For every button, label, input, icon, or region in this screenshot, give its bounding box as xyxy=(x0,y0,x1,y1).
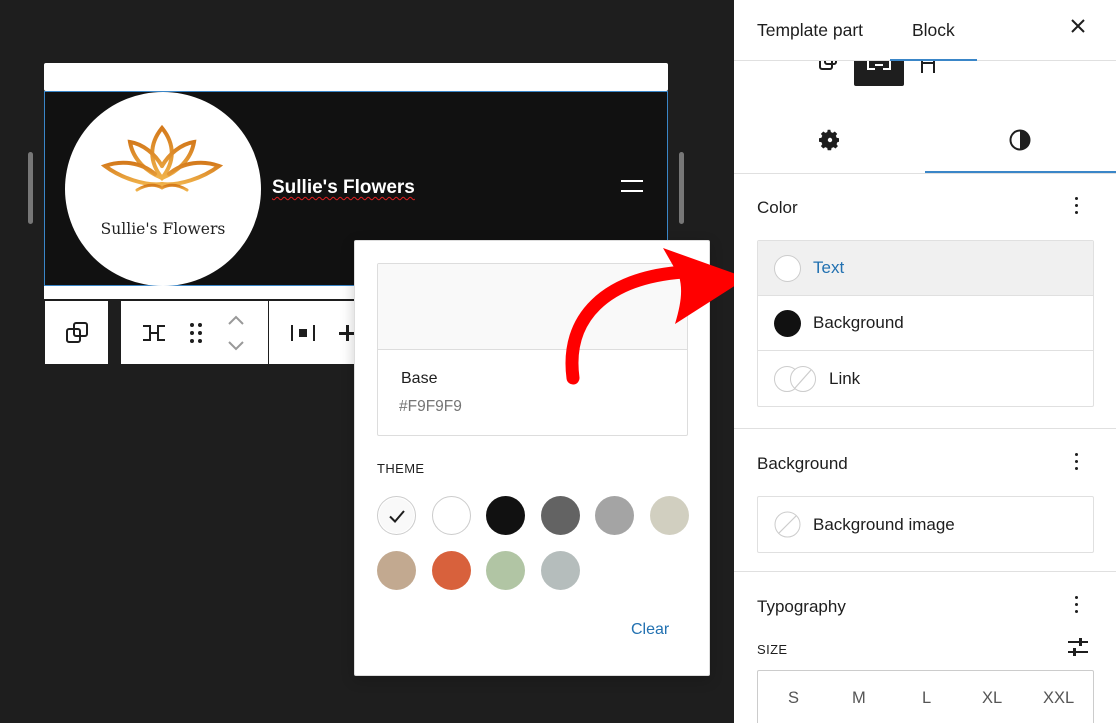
typography-panel-options-icon[interactable] xyxy=(1075,595,1079,615)
check-icon xyxy=(389,510,405,523)
right-resize-handle[interactable] xyxy=(679,152,684,224)
color-panel-title: Color xyxy=(757,198,798,217)
variation-button-selected[interactable] xyxy=(854,61,904,86)
copy-block-icon xyxy=(66,322,88,343)
justify-space-between-icon xyxy=(291,325,315,341)
background-settings-list: Background image xyxy=(757,496,1094,553)
text-color-indicator xyxy=(774,254,801,282)
color-item-text[interactable]: Text xyxy=(758,241,1093,296)
color-settings-list: Text Background Link xyxy=(757,240,1094,407)
theme-color-option[interactable] xyxy=(540,551,580,590)
template-part-icon xyxy=(143,325,165,341)
chevron-up-down-icon xyxy=(228,315,244,351)
theme-color-option[interactable] xyxy=(377,496,416,535)
font-size-xxl[interactable]: XXL xyxy=(1043,689,1074,708)
gear-icon[interactable] xyxy=(818,128,842,152)
font-size-l[interactable]: L xyxy=(922,689,931,708)
styles-contrast-icon[interactable] xyxy=(1009,129,1031,151)
site-title-text: Sullie's Flowers xyxy=(272,177,415,198)
active-inspector-tab-indicator xyxy=(925,171,1116,173)
theme-color-option[interactable] xyxy=(486,496,525,535)
block-type-button[interactable] xyxy=(131,317,177,349)
left-resize-handle[interactable] xyxy=(28,152,33,224)
theme-color-option[interactable] xyxy=(377,551,416,590)
variation-icon-copy[interactable] xyxy=(818,61,838,74)
color-item-label: Text xyxy=(813,258,845,277)
color-item-label: Link xyxy=(829,368,861,388)
custom-size-settings-icon[interactable] xyxy=(1067,637,1089,657)
color-item-label: Background xyxy=(813,313,904,332)
font-size-xl[interactable]: XL xyxy=(982,689,1002,708)
annotation-arrow-icon xyxy=(565,248,747,385)
tab-template-part[interactable]: Template part xyxy=(757,20,863,41)
toolbar-separator xyxy=(268,301,269,365)
theme-color-option[interactable] xyxy=(649,496,689,535)
theme-color-option[interactable] xyxy=(431,496,471,535)
sidebar-tab-header: Template part Block xyxy=(734,0,1116,61)
drag-handle[interactable] xyxy=(181,317,211,349)
justify-button[interactable] xyxy=(281,317,325,349)
theme-color-option[interactable] xyxy=(486,551,525,590)
site-title[interactable]: Sullie's Flowers xyxy=(272,177,415,199)
panel-divider xyxy=(734,571,1116,572)
settings-sidebar: Template part Block Color Text Backgroun… xyxy=(734,0,1116,723)
theme-palette-label: THEME xyxy=(377,461,425,476)
background-image-label: Background image xyxy=(813,514,955,534)
typography-panel-title: Typography xyxy=(757,597,846,616)
color-panel-options-icon[interactable] xyxy=(1075,196,1079,216)
variation-icon-sticky[interactable] xyxy=(920,61,936,75)
block-toolbar xyxy=(120,300,360,365)
panel-divider xyxy=(734,428,1116,429)
background-panel-options-icon[interactable] xyxy=(1075,452,1079,472)
selected-color-name: Base xyxy=(401,370,438,387)
background-panel-title: Background xyxy=(757,454,848,473)
select-parent-button[interactable] xyxy=(45,301,109,365)
background-image-item[interactable]: Background image xyxy=(758,497,1093,552)
theme-color-option[interactable] xyxy=(540,496,580,535)
canvas-top-strip xyxy=(44,63,668,91)
theme-color-option[interactable] xyxy=(431,551,471,590)
font-size-label: SIZE xyxy=(757,642,788,657)
lotus-icon xyxy=(100,124,224,192)
selected-color-hex: #F9F9F9 xyxy=(399,398,462,415)
close-icon[interactable] xyxy=(1070,18,1086,34)
drag-handle-icon xyxy=(190,323,202,343)
site-logo[interactable]: Sullie's Flowers xyxy=(65,92,261,286)
hamburger-menu-icon[interactable] xyxy=(621,180,643,194)
background-color-indicator xyxy=(774,309,801,337)
color-item-link[interactable]: Link xyxy=(758,351,1093,406)
plus-icon xyxy=(339,325,355,341)
tab-block[interactable]: Block xyxy=(912,20,955,41)
color-item-background[interactable]: Background xyxy=(758,296,1093,351)
font-size-m[interactable]: M xyxy=(852,689,866,708)
logo-wordmark: Sullie's Flowers xyxy=(100,220,226,238)
clear-button[interactable]: Clear xyxy=(631,621,669,639)
theme-color-option[interactable] xyxy=(595,496,634,535)
font-size-s[interactable]: S xyxy=(788,689,799,708)
move-up-down-buttons[interactable] xyxy=(221,313,251,353)
template-part-icon xyxy=(867,61,891,70)
parent-select-toolbar xyxy=(44,300,109,365)
link-color-indicator-icon xyxy=(774,365,816,392)
background-image-indicator-icon xyxy=(774,511,801,538)
copy-icon xyxy=(819,61,837,70)
inspector-tabs xyxy=(734,108,1116,174)
font-size-picker: S M L XL XXL xyxy=(757,670,1094,723)
